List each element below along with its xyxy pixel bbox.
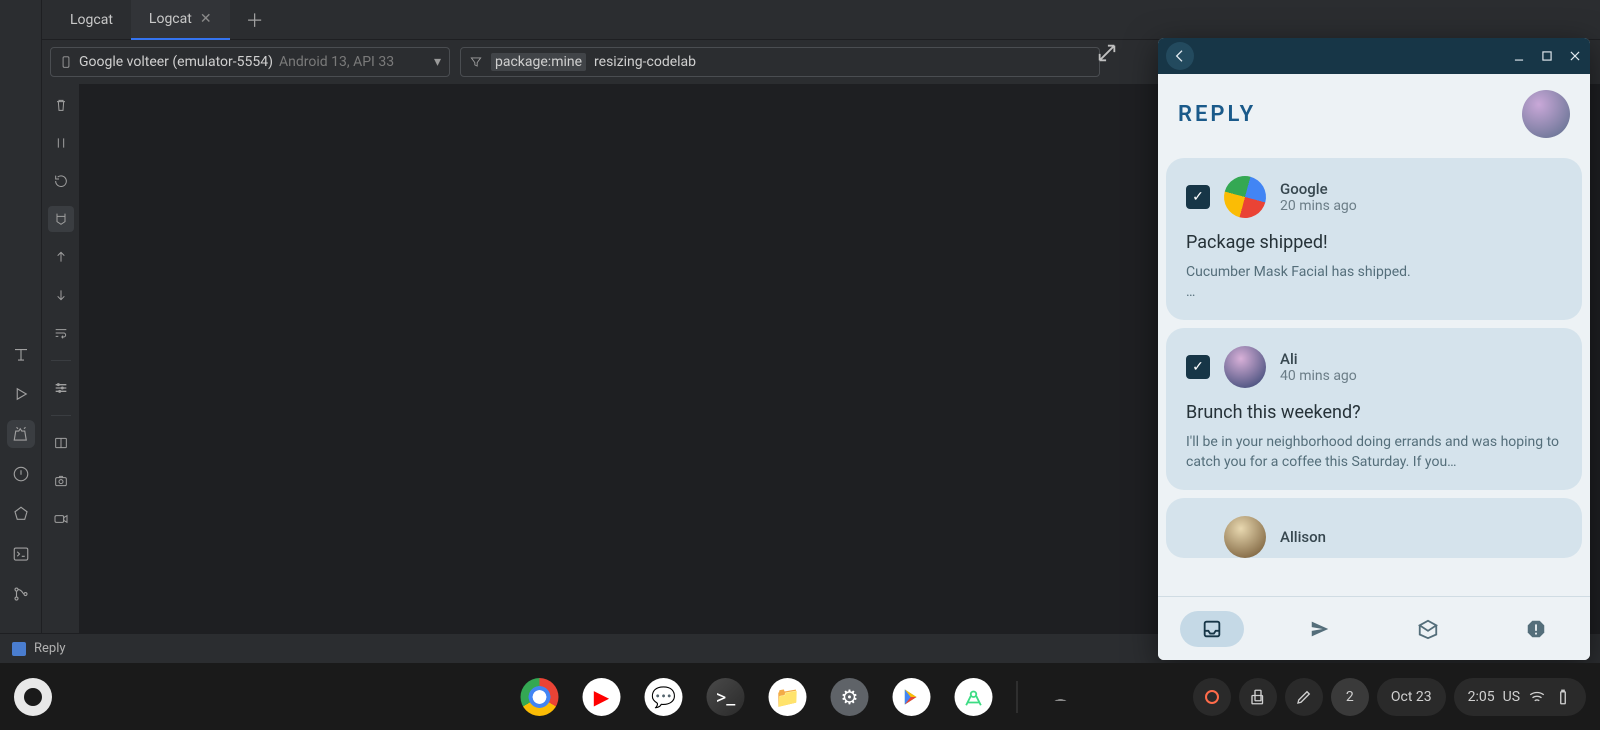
screen-record-indicator[interactable] (1193, 678, 1231, 716)
wifi-icon (1528, 688, 1546, 706)
tab-label: Logcat (149, 11, 192, 27)
vcs-icon[interactable] (7, 580, 35, 608)
device-name: Google volteer (emulator-5554) (79, 54, 273, 70)
date-pill[interactable]: Oct 23 (1377, 678, 1446, 716)
sender-avatar (1224, 346, 1266, 388)
app-top-bar: REPLY (1158, 74, 1590, 154)
back-button[interactable] (1166, 42, 1194, 70)
logcat-side-toolbar (42, 84, 80, 633)
screen-record-icon[interactable] (48, 506, 74, 532)
email-list[interactable]: ✓ Google 20 mins ago Package shipped! Cu… (1158, 154, 1590, 596)
scroll-end-icon[interactable] (48, 206, 74, 232)
status-pill[interactable]: 2:05 US (1454, 678, 1586, 716)
wrap-icon[interactable] (48, 320, 74, 346)
tab-label: Logcat (70, 12, 113, 28)
minimize-button[interactable] (1512, 49, 1526, 63)
close-icon[interactable]: ✕ (200, 11, 212, 27)
clear-log-icon[interactable] (48, 92, 74, 118)
profile-avatar[interactable] (1522, 90, 1570, 138)
time-text: 2:05 (1468, 689, 1495, 705)
notification-count: 2 (1346, 689, 1354, 705)
maximize-button[interactable] (1540, 49, 1554, 63)
youtube-app-icon[interactable]: ▶ (583, 678, 621, 716)
system-tray: 2 Oct 23 2:05 US (1193, 678, 1586, 716)
settings-app-icon[interactable]: ⚙ (831, 678, 869, 716)
battery-icon (1554, 688, 1572, 706)
phone-hub-icon[interactable] (1239, 678, 1277, 716)
emulator-titlebar (1158, 38, 1590, 74)
nav-spam[interactable] (1504, 611, 1568, 647)
email-snippet: Cucumber Mask Facial has shipped. … (1186, 263, 1562, 302)
email-card[interactable]: Allison (1166, 498, 1582, 558)
terminal-app-icon[interactable]: >_ (707, 678, 745, 716)
device-icon (59, 55, 73, 69)
bottom-nav (1158, 596, 1590, 660)
os-taskbar: ▶ 💬 >_ 📁 ⚙ 2 Oct 23 2:05 US (0, 663, 1600, 730)
android-studio-icon[interactable] (955, 678, 993, 716)
email-sender: Ali (1280, 350, 1357, 368)
tab-logcat-2[interactable]: Logcat ✕ (131, 0, 230, 40)
emulator-window: REPLY ✓ Google 20 mins ago Package shipp… (1158, 38, 1590, 660)
logcat-tool-icon[interactable] (7, 420, 35, 448)
text-tool-icon[interactable] (7, 340, 35, 368)
add-tab-button[interactable]: ＋ (240, 7, 270, 33)
email-sender: Allison (1280, 528, 1326, 546)
chevron-down-icon: ▾ (434, 54, 441, 70)
ide-tab-bar: Logcat Logcat ✕ ＋ (42, 0, 1600, 40)
separator (51, 360, 71, 361)
prev-icon[interactable] (48, 244, 74, 270)
run-icon[interactable] (7, 380, 35, 408)
status-label: Reply (34, 641, 66, 656)
running-app-icon (12, 642, 26, 656)
email-time: 40 mins ago (1280, 368, 1357, 384)
date-text: Oct 23 (1391, 689, 1432, 705)
chat-app-icon[interactable]: 💬 (645, 678, 683, 716)
device-meta: Android 13, API 33 (279, 54, 394, 70)
device-selector[interactable]: Google volteer (emulator-5554) Android 1… (50, 47, 450, 77)
nav-inbox[interactable] (1180, 611, 1244, 647)
launcher-button[interactable] (14, 678, 52, 716)
taskbar-apps: ▶ 💬 >_ 📁 ⚙ (521, 678, 1080, 716)
email-card[interactable]: ✓ Ali 40 mins ago Brunch this weekend? I… (1166, 328, 1582, 490)
filter-icon (469, 55, 483, 69)
email-card[interactable]: ✓ Google 20 mins ago Package shipped! Cu… (1166, 158, 1582, 320)
email-subject: Package shipped! (1186, 232, 1562, 253)
android-head-icon[interactable] (1042, 678, 1080, 716)
checkbox-checked-icon[interactable]: ✓ (1186, 355, 1210, 379)
ide-left-rail (0, 0, 42, 663)
email-time: 20 mins ago (1280, 198, 1357, 214)
locale-text: US (1503, 689, 1520, 705)
sender-avatar (1219, 171, 1270, 222)
split-icon[interactable] (48, 430, 74, 456)
resize-handle-icon[interactable] (1096, 42, 1118, 68)
restart-icon[interactable] (48, 168, 74, 194)
notification-badge[interactable]: 2 (1331, 678, 1369, 716)
chrome-app-icon[interactable] (521, 678, 559, 716)
profiler-icon[interactable] (7, 500, 35, 528)
taskbar-divider (1017, 681, 1018, 713)
email-sender: Google (1280, 180, 1357, 198)
checkbox-checked-icon[interactable]: ✓ (1186, 185, 1210, 209)
pause-icon[interactable] (48, 130, 74, 156)
files-app-icon[interactable]: 📁 (769, 678, 807, 716)
terminal-tool-icon[interactable] (7, 540, 35, 568)
play-store-icon[interactable] (893, 678, 931, 716)
email-subject: Brunch this weekend? (1186, 402, 1562, 423)
filter-text: resizing-codelab (594, 54, 696, 70)
view-options-icon[interactable] (48, 375, 74, 401)
next-icon[interactable] (48, 282, 74, 308)
separator (51, 415, 71, 416)
log-filter-input[interactable]: package:mine resizing-codelab (460, 47, 1100, 77)
tab-logcat-1[interactable]: Logcat (52, 0, 131, 40)
filter-chip: package:mine (491, 53, 586, 71)
email-snippet: I'll be in your neighborhood doing erran… (1186, 433, 1562, 472)
nav-sent[interactable] (1288, 611, 1352, 647)
problems-icon[interactable] (7, 460, 35, 488)
close-button[interactable] (1568, 49, 1582, 63)
screenshot-icon[interactable] (48, 468, 74, 494)
sender-avatar (1224, 516, 1266, 558)
stylus-icon[interactable] (1285, 678, 1323, 716)
app-title: REPLY (1178, 102, 1256, 127)
nav-drafts[interactable] (1396, 611, 1460, 647)
